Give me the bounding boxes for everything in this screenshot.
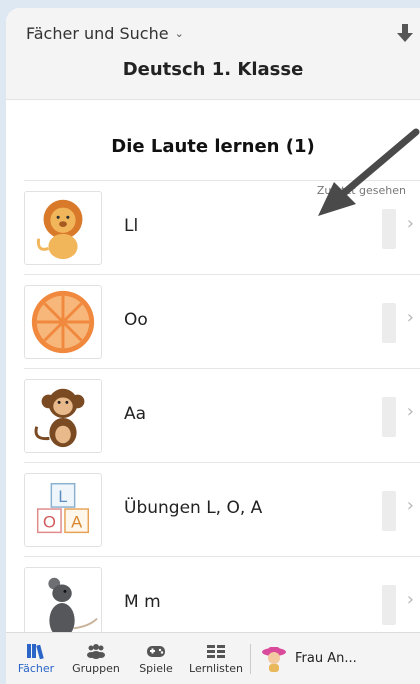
mouse-image bbox=[24, 567, 102, 641]
letter-blocks-image: L O A bbox=[24, 473, 102, 547]
list-icon bbox=[207, 644, 225, 658]
block-letter-a: A bbox=[71, 513, 82, 532]
avatar bbox=[262, 646, 286, 672]
chevron-right-icon: › bbox=[406, 495, 414, 516]
user-profile-button[interactable]: Frau An... bbox=[261, 645, 357, 673]
group-icon bbox=[87, 643, 105, 659]
page-title: Deutsch 1. Klasse bbox=[122, 59, 304, 80]
books-icon bbox=[27, 643, 44, 659]
lesson-label: Übungen L, O, A bbox=[124, 498, 263, 518]
progress-bar bbox=[382, 397, 396, 437]
lesson-label: Oo bbox=[124, 310, 148, 330]
app-window: Fächer und Suche ⌄ Deutsch 1. Klasse Die… bbox=[6, 8, 420, 684]
tab-spiele[interactable]: Spiele bbox=[126, 643, 186, 675]
screen-frame: Fächer und Suche ⌄ Deutsch 1. Klasse Die… bbox=[0, 0, 420, 684]
tab-lernlisten[interactable]: Lernlisten bbox=[186, 643, 246, 675]
tab-label: Lernlisten bbox=[189, 661, 243, 675]
subject-menu-label: Fächer und Suche bbox=[26, 24, 169, 43]
chevron-right-icon: › bbox=[406, 589, 414, 610]
progress-bar bbox=[382, 303, 396, 343]
progress-bar bbox=[382, 585, 396, 625]
orange-image bbox=[24, 285, 102, 359]
app-header: Fächer und Suche ⌄ Deutsch 1. Klasse bbox=[6, 8, 420, 100]
bottom-tab-bar: Fächer Gruppen Spiele Lernlisten Frau An… bbox=[6, 632, 420, 684]
progress-bar bbox=[382, 491, 396, 531]
chevron-right-icon: › bbox=[406, 401, 414, 422]
chevron-right-icon: › bbox=[406, 307, 414, 328]
lion-image bbox=[24, 191, 102, 265]
lesson-list: Ll › Oo › Aa › L O A Übungen L, O, A › M… bbox=[24, 180, 420, 650]
monkey-image bbox=[24, 379, 102, 453]
block-letter-o: O bbox=[43, 513, 56, 532]
tab-label: Spiele bbox=[139, 661, 173, 675]
tab-gruppen[interactable]: Gruppen bbox=[66, 643, 126, 675]
tab-label: Fächer bbox=[17, 661, 55, 675]
block-letter-l: L bbox=[58, 487, 67, 506]
tab-label: Gruppen bbox=[72, 661, 120, 675]
tab-faecher[interactable]: Fächer bbox=[6, 643, 66, 675]
download-icon[interactable] bbox=[396, 22, 414, 44]
subject-search-menu[interactable]: Fächer und Suche ⌄ bbox=[26, 24, 184, 43]
lesson-row-exercises[interactable]: L O A Übungen L, O, A › bbox=[24, 462, 420, 556]
annotation-arrow bbox=[318, 128, 420, 216]
lesson-label: Aa bbox=[124, 404, 147, 424]
lesson-row-oo[interactable]: Oo › bbox=[24, 274, 420, 368]
gamepad-icon bbox=[147, 645, 165, 657]
lesson-row-aa[interactable]: Aa › bbox=[24, 368, 420, 462]
user-name: Frau An... bbox=[295, 651, 357, 666]
lesson-label: M m bbox=[124, 592, 161, 612]
tab-divider bbox=[250, 643, 251, 674]
lesson-label: Ll bbox=[124, 216, 139, 236]
chevron-down-icon: ⌄ bbox=[174, 27, 184, 40]
